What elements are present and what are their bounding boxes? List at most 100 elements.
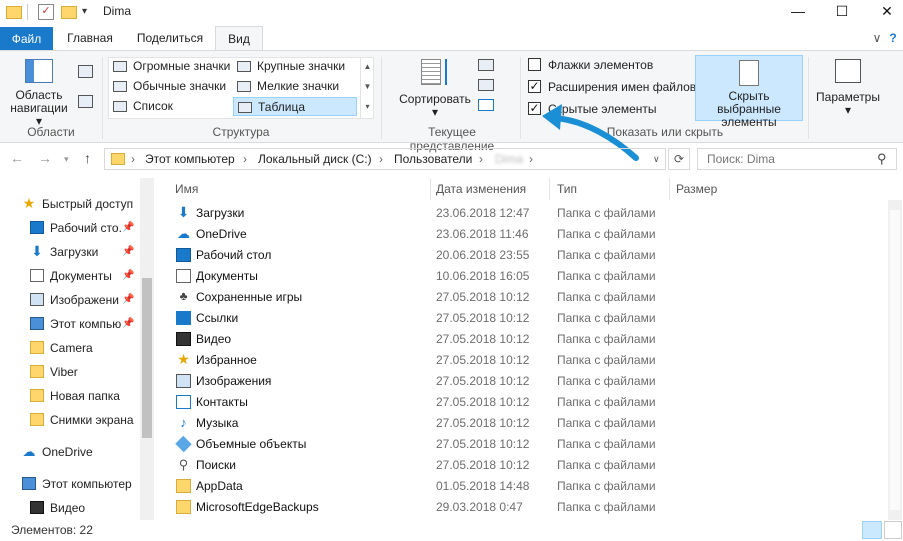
breadcrumb-user[interactable]: Dima bbox=[495, 152, 523, 166]
pin-icon[interactable]: 📌 bbox=[122, 288, 134, 312]
details-pane-icon[interactable] bbox=[78, 95, 93, 108]
nav-item[interactable]: ★ Быстрый доступ bbox=[22, 192, 133, 216]
nav-pane-scrollbar[interactable] bbox=[140, 178, 154, 520]
nav-item[interactable]: Camera bbox=[30, 336, 93, 360]
column-header-date[interactable]: Дата изменения bbox=[436, 178, 526, 200]
refresh-icon[interactable]: ⟳ bbox=[668, 148, 690, 170]
details-view-icon[interactable] bbox=[862, 521, 882, 539]
breadcrumb-users[interactable]: Пользователи bbox=[394, 152, 472, 166]
desktop-icon bbox=[30, 221, 44, 234]
layout-scroll[interactable]: ▲ ▼ ▾ bbox=[360, 57, 374, 119]
nav-item[interactable]: ☁ OneDrive bbox=[22, 440, 93, 464]
tab-view[interactable]: Вид bbox=[215, 26, 263, 50]
large-icons-view-icon[interactable] bbox=[884, 521, 902, 539]
file-name: Музыка bbox=[196, 416, 239, 430]
layout-small-icons[interactable]: Мелкие значки bbox=[233, 77, 357, 96]
forward-arrow-icon[interactable]: → bbox=[38, 150, 52, 166]
layout-large-icons[interactable]: Крупные значки bbox=[233, 57, 357, 76]
breadcrumb-local-disk[interactable]: Локальный диск (C:) bbox=[258, 152, 372, 166]
search-input[interactable]: Поиск: Dima bbox=[697, 148, 897, 170]
nav-item[interactable]: Снимки экрана bbox=[30, 408, 134, 432]
tab-share[interactable]: Поделиться bbox=[132, 26, 208, 50]
layout-details[interactable]: Таблица bbox=[233, 97, 357, 116]
table-row[interactable]: Видео 27.05.2018 10:12 Папка с файлами bbox=[170, 329, 890, 350]
pin-icon[interactable]: 📌 bbox=[122, 216, 134, 240]
table-row[interactable]: Документы 10.06.2018 16:05 Папка с файлами bbox=[170, 266, 890, 287]
ribbon-collapse-icon[interactable]: ∨ bbox=[870, 26, 884, 50]
scroll-thumb[interactable] bbox=[142, 278, 152, 438]
up-arrow-icon[interactable]: ↑ bbox=[84, 150, 91, 166]
size-columns-icon[interactable] bbox=[478, 99, 494, 111]
checkbox-icon[interactable] bbox=[528, 58, 541, 71]
nav-item[interactable]: ⬇ Загрузки 📌 bbox=[30, 240, 134, 264]
table-row[interactable]: Рабочий стол 20.06.2018 23:55 Папка с файл… bbox=[170, 245, 890, 266]
table-row[interactable]: AppData 01.05.2018 14:48 Папка с файлами bbox=[170, 476, 890, 497]
file-name: Видео bbox=[196, 332, 232, 346]
layout-list[interactable]: Список bbox=[109, 97, 233, 116]
file-date: 27.05.2018 10:12 bbox=[436, 332, 530, 346]
pin-icon[interactable]: 📌 bbox=[122, 240, 134, 264]
table-row[interactable]: ⬇ Загрузки 23.06.2018 12:47 Папка с файлами bbox=[170, 203, 890, 224]
options-arrow: ▾ bbox=[844, 103, 852, 117]
minimize-button[interactable]: — bbox=[775, 0, 821, 24]
table-row[interactable]: ♪ Музыка 27.05.2018 10:12 Папка с файлами bbox=[170, 413, 890, 434]
table-row[interactable]: Изображения 27.05.2018 10:12 Папка с файла… bbox=[170, 371, 890, 392]
file-name: Ссылки bbox=[196, 311, 239, 325]
table-row[interactable]: MicrosoftEdgeBackups 29.03.2018 0:47 Папка… bbox=[170, 497, 890, 518]
checkbox-checked-icon[interactable]: ✓ bbox=[528, 80, 541, 93]
layout-label: Обычные значки bbox=[133, 79, 227, 93]
close-button[interactable]: ✕ bbox=[864, 0, 903, 24]
column-divider[interactable] bbox=[669, 178, 670, 200]
tab-file[interactable]: Файл bbox=[0, 27, 53, 50]
layout-extra-large-icons[interactable]: Огромные значки bbox=[109, 57, 233, 76]
layout-medium-icons[interactable]: Обычные значки bbox=[109, 77, 233, 96]
table-row[interactable]: ♣ Сохраненные игры 27.05.2018 10:12 Папка с… bbox=[170, 287, 890, 308]
properties-icon[interactable]: ✓ bbox=[38, 4, 54, 20]
status-item-count: Элементов: 22 bbox=[11, 523, 93, 537]
nav-item[interactable]: Видео bbox=[30, 496, 85, 520]
preview-pane-icon[interactable] bbox=[78, 65, 93, 78]
address-bar[interactable]: › Этот компьютер › Локальный диск (C:) ›… bbox=[104, 148, 666, 170]
nav-item[interactable]: Новая папка bbox=[30, 384, 120, 408]
nav-item[interactable]: Этот компьютер bbox=[22, 472, 132, 496]
file-list-scrollbar[interactable] bbox=[888, 200, 902, 520]
table-row[interactable]: ☁ OneDrive 23.06.2018 11:46 Папка с файлами bbox=[170, 224, 890, 245]
add-columns-icon[interactable] bbox=[478, 79, 494, 91]
breadcrumb-this-pc[interactable]: Этот компьютер bbox=[145, 152, 235, 166]
maximize-button[interactable]: ☐ bbox=[819, 0, 865, 24]
column-header-type[interactable]: Тип bbox=[557, 178, 577, 200]
table-row[interactable]: ★ Избранное 27.05.2018 10:12 Папка с файлам… bbox=[170, 350, 890, 371]
pin-icon[interactable]: 📌 bbox=[122, 264, 134, 288]
nav-item[interactable]: Документы 📌 bbox=[30, 264, 134, 288]
table-row[interactable]: Контакты 27.05.2018 10:12 Папка с файлами bbox=[170, 392, 890, 413]
column-header-name[interactable]: Имя bbox=[175, 178, 198, 200]
table-row[interactable]: ⚲ Поиски 27.05.2018 10:12 Папка с файлами bbox=[170, 455, 890, 476]
navigation-pane-button[interactable]: Область навигации ▾ bbox=[8, 59, 70, 128]
back-arrow-icon[interactable]: ← bbox=[10, 150, 24, 166]
address-dropdown-icon[interactable]: ∨ bbox=[653, 154, 660, 165]
nav-item[interactable]: Рабочий сто. 📌 bbox=[30, 216, 134, 240]
recent-locations-icon[interactable]: ▾ bbox=[64, 154, 69, 165]
nav-item[interactable]: Viber bbox=[30, 360, 78, 384]
table-row[interactable]: Ссылки 27.05.2018 10:12 Папка с файлами bbox=[170, 308, 890, 329]
table-row[interactable]: Объемные объекты 27.05.2018 10:12 Папка с … bbox=[170, 434, 890, 455]
options-button[interactable]: Параметры ▾ bbox=[814, 59, 882, 121]
hide-selected-items-button[interactable]: Скрыть выбранные элементы bbox=[695, 55, 803, 129]
column-divider[interactable] bbox=[430, 178, 431, 200]
column-divider[interactable] bbox=[549, 178, 550, 200]
nav-item[interactable]: Изображени 📌 bbox=[30, 288, 134, 312]
group-by-icon[interactable] bbox=[478, 59, 494, 71]
quick-access-dropdown-icon[interactable]: ▾ bbox=[82, 4, 98, 20]
column-header-size[interactable]: Размер bbox=[676, 178, 717, 200]
checkbox-file-extensions[interactable]: ✓ Расширения имен файлов bbox=[528, 77, 696, 97]
sort-by-button[interactable]: Сортировать ▾ bbox=[392, 59, 478, 121]
new-folder-icon[interactable] bbox=[61, 6, 77, 19]
nav-item-label: Изображени bbox=[50, 293, 119, 307]
nav-item[interactable]: Этот компью 📌 bbox=[30, 312, 134, 336]
layout-label: Мелкие значки bbox=[257, 79, 340, 93]
folder-icon bbox=[30, 389, 44, 402]
tab-home[interactable]: Главная bbox=[62, 26, 118, 50]
pin-icon[interactable]: 📌 bbox=[122, 312, 134, 336]
checkbox-item-check-boxes[interactable]: Флажки элементов bbox=[528, 55, 653, 75]
help-icon[interactable]: ? bbox=[886, 26, 900, 50]
